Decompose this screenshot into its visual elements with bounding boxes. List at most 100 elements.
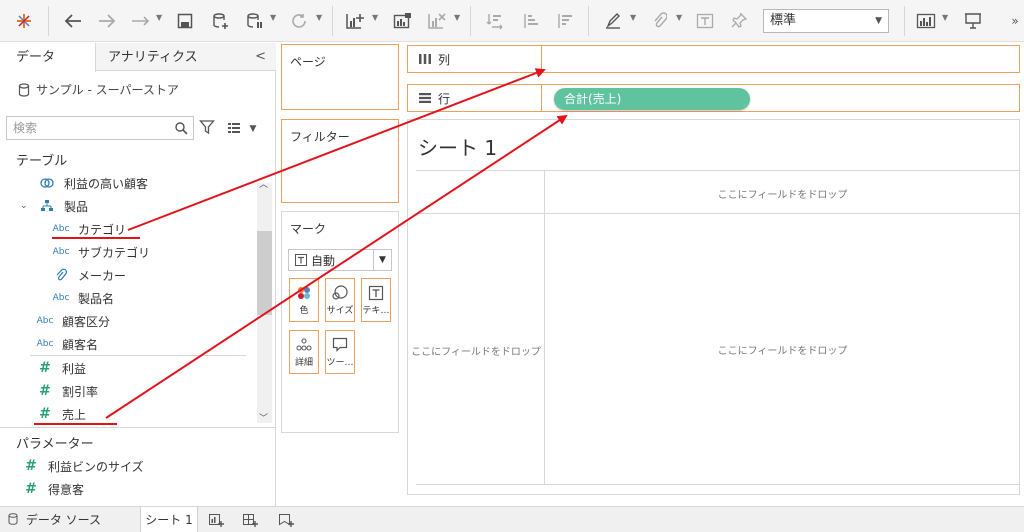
- chevron-down-icon[interactable]: ▼: [676, 13, 682, 22]
- tooltip-icon: [332, 337, 348, 352]
- column-drop-zone[interactable]: ここにフィールドをドロップ: [545, 186, 1020, 201]
- sum-sales-pill[interactable]: 合計(売上): [554, 88, 750, 110]
- row-drop-zone[interactable]: ここにフィールドをドロップ: [408, 343, 544, 358]
- field-item[interactable]: # 売上: [32, 403, 86, 425]
- detail-button[interactable]: 詳細: [289, 330, 319, 374]
- abc-icon: Abc: [52, 247, 70, 257]
- label-button[interactable]: テキ…: [361, 278, 391, 322]
- pages-shelf[interactable]: ページ: [281, 44, 399, 110]
- chevron-down-icon[interactable]: ▼: [156, 13, 162, 22]
- view-options-button[interactable]: ▼: [228, 121, 256, 134]
- chevron-down-icon[interactable]: ▼: [372, 13, 378, 22]
- field-item[interactable]: Abc カテゴリ: [48, 218, 126, 240]
- filter-icon[interactable]: [199, 119, 215, 135]
- chevron-down-icon[interactable]: ▼: [942, 13, 948, 22]
- swap-rows-columns-icon[interactable]: [482, 8, 508, 34]
- field-search-input[interactable]: 検索: [6, 116, 194, 140]
- pause-updates-icon[interactable]: [242, 8, 268, 34]
- canvas-horizontal-divider: [416, 213, 1020, 214]
- new-dashboard-icon[interactable]: [242, 512, 258, 528]
- color-button[interactable]: 色: [289, 278, 319, 322]
- new-story-icon[interactable]: [278, 512, 294, 528]
- field-item[interactable]: Abc 顧客名: [32, 333, 98, 355]
- clear-sheet-icon[interactable]: [424, 8, 450, 34]
- dimension-measure-divider: [30, 355, 246, 356]
- sheet-tab[interactable]: シート 1: [140, 507, 198, 532]
- view-drop-zone[interactable]: ここにフィールドをドロップ: [545, 342, 1020, 357]
- view-canvas[interactable]: [407, 119, 1020, 495]
- datasource-tab[interactable]: データ ソース: [8, 507, 101, 532]
- field-item[interactable]: メーカー: [48, 264, 126, 286]
- pin-icon[interactable]: [726, 8, 752, 34]
- search-icon[interactable]: [174, 121, 188, 135]
- chevron-down-icon[interactable]: ▼: [630, 13, 636, 22]
- duplicate-sheet-icon[interactable]: [390, 8, 416, 34]
- columns-shelf[interactable]: [541, 45, 1020, 73]
- presentation-mode-icon[interactable]: [960, 8, 986, 34]
- parameters-section-title: パラメーター: [16, 437, 94, 452]
- sort-descending-icon[interactable]: [552, 8, 578, 34]
- chevron-down-icon[interactable]: ▼: [454, 13, 460, 22]
- size-button[interactable]: サイズ: [325, 278, 355, 322]
- color-icon: [298, 286, 310, 299]
- chevron-down-icon[interactable]: ﹀: [259, 411, 268, 424]
- parameter-item[interactable]: # 利益ビンのサイズ: [18, 455, 144, 477]
- new-worksheet-icon[interactable]: [342, 8, 368, 34]
- chevron-down-icon[interactable]: ⌄: [20, 201, 34, 211]
- mark-type-select[interactable]: 自動 ▼: [288, 249, 392, 271]
- measure-icon: #: [39, 383, 51, 399]
- toolbar-separator: [48, 6, 49, 36]
- highlight-pen-icon[interactable]: [600, 8, 626, 34]
- field-list-scrollbar[interactable]: ︿ ﹀: [257, 180, 272, 424]
- replay-icon[interactable]: [128, 8, 154, 34]
- new-worksheet-icon[interactable]: [208, 512, 224, 528]
- canvas-top-border: [416, 170, 1020, 171]
- group-paperclip-icon[interactable]: [646, 8, 672, 34]
- marks-card-title: マーク: [290, 222, 327, 236]
- chevron-down-icon: ▼: [249, 124, 257, 134]
- size-icon: [332, 284, 348, 300]
- chevron-down-icon[interactable]: ▼: [316, 13, 322, 22]
- collapse-pane-button[interactable]: <: [255, 49, 266, 64]
- new-datasource-icon[interactable]: [208, 8, 234, 34]
- field-label: 利益の高い顧客: [64, 176, 149, 191]
- tableau-logo-icon[interactable]: [12, 8, 36, 34]
- refresh-icon[interactable]: [286, 8, 312, 34]
- field-item[interactable]: 利益の高い顧客: [34, 172, 148, 194]
- fit-style-select[interactable]: 標準 ▼: [763, 9, 889, 33]
- columns-shelf-title: 列: [438, 52, 451, 67]
- tab-analytics[interactable]: アナリティクス: [108, 43, 198, 71]
- size-button-label: サイズ: [326, 305, 354, 316]
- back-arrow-icon[interactable]: [60, 8, 86, 34]
- parameter-item[interactable]: # 得意客: [18, 478, 84, 500]
- toolbar-separator: [588, 6, 589, 36]
- chevron-up-icon[interactable]: ︿: [259, 177, 268, 190]
- forward-arrow-icon[interactable]: [94, 8, 120, 34]
- tab-data[interactable]: データ: [0, 43, 96, 72]
- field-label: カテゴリ: [78, 222, 127, 237]
- toolbar-overflow[interactable]: »: [1008, 8, 1022, 34]
- field-item[interactable]: Abc 製品名: [48, 287, 114, 309]
- chevron-down-icon[interactable]: ▼: [270, 13, 276, 22]
- field-item[interactable]: ⌄ 製品: [20, 195, 88, 217]
- field-item[interactable]: Abc サブカテゴリ: [48, 241, 150, 263]
- save-icon[interactable]: [172, 8, 198, 34]
- show-me-icon[interactable]: [914, 8, 938, 34]
- search-placeholder: 検索: [13, 121, 38, 135]
- scrollbar-thumb[interactable]: [257, 231, 272, 315]
- params-divider: [0, 427, 276, 428]
- sort-ascending-icon[interactable]: [518, 8, 544, 34]
- filters-shelf[interactable]: フィルター: [281, 119, 399, 203]
- field-item[interactable]: # 割引率: [32, 380, 98, 402]
- field-item[interactable]: Abc 顧客区分: [32, 310, 110, 332]
- datasource-row[interactable]: サンプル - スーパーストア: [18, 81, 179, 98]
- text-label-icon: [368, 285, 384, 300]
- sheet-title[interactable]: シート 1: [418, 132, 497, 161]
- tooltip-button[interactable]: ツー…: [325, 330, 355, 374]
- abc-icon: Abc: [36, 339, 54, 349]
- field-item[interactable]: # 利益: [32, 357, 86, 379]
- show-labels-icon[interactable]: [692, 8, 718, 34]
- columns-shelf-label: 列: [407, 45, 542, 73]
- set-icon: [34, 177, 60, 189]
- text-mark-icon: [295, 254, 307, 266]
